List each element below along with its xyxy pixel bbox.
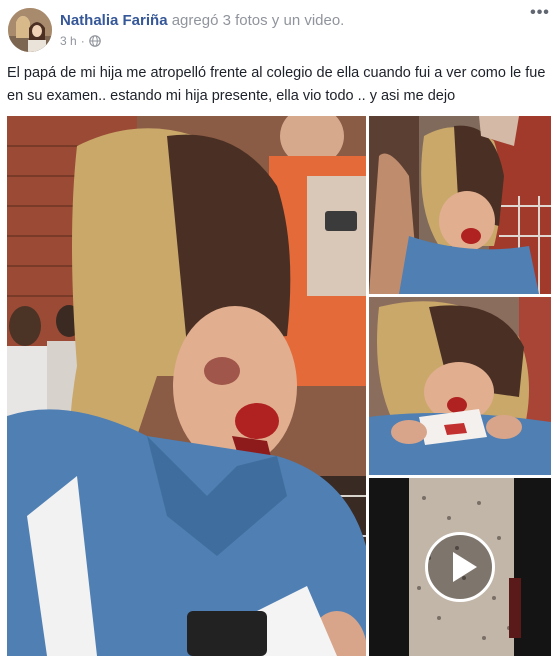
play-triangle [453,552,477,582]
post-meta: 3 h · [60,34,101,48]
video-thumbnail[interactable] [369,478,551,656]
play-icon[interactable] [425,532,495,602]
globe-icon[interactable] [88,35,101,47]
author-name-link[interactable]: Nathalia Fariña [60,12,168,29]
photo-2-image [369,116,551,294]
photo-main[interactable] [7,116,366,656]
photo-3[interactable] [369,297,551,475]
post-timestamp[interactable]: 3 h [60,34,77,48]
meta-separator: · [80,34,85,48]
post-title-line: Nathalia Fariña agregó 3 fotos y un vide… [60,12,344,29]
author-avatar[interactable] [8,8,52,52]
avatar-image [8,8,52,52]
action-text: agregó [171,12,219,29]
facebook-post: Nathalia Fariña agregó 3 fotos y un vide… [0,0,559,664]
post-body-text: El papá de mi hija me atropelló frente a… [7,65,546,104]
photo-2[interactable] [369,116,551,294]
more-options-icon[interactable]: ••• [529,5,551,22]
photo-3-image [369,297,551,475]
photo-main-image [7,116,366,656]
media-summary-link[interactable]: 3 fotos y un video. [223,12,345,29]
media-grid [7,116,551,656]
post-header: Nathalia Fariña agregó 3 fotos y un vide… [8,5,553,54]
